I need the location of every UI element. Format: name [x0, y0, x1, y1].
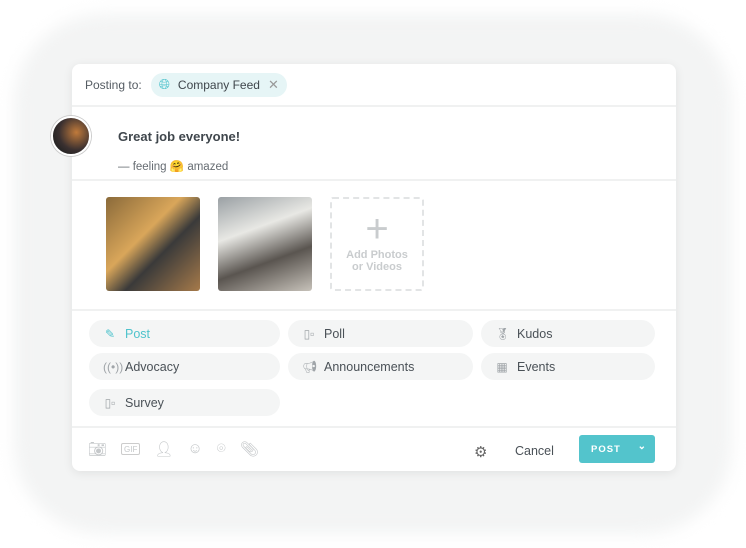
type-survey[interactable]: ▯▫ Survey [89, 389, 280, 416]
type-label: Kudos [517, 326, 553, 341]
cancel-button[interactable]: Cancel [515, 444, 554, 458]
add-label: Add Photos [346, 249, 408, 261]
posting-to-row: Posting to: 🌐︎ Company Feed ✕ [72, 64, 676, 107]
add-photos-button[interactable]: + Add Photos or Videos [330, 197, 424, 291]
type-events[interactable]: ▦ Events [481, 353, 655, 380]
divider [72, 179, 676, 181]
photo-thumbnail[interactable] [106, 197, 200, 291]
type-post[interactable]: ✎ Post [89, 320, 280, 347]
bar-chart-icon: ▯▫ [104, 395, 116, 410]
pencil-icon: ✎ [104, 326, 116, 341]
plus-icon: + [365, 207, 389, 251]
location-icon[interactable]: ⌾ [217, 440, 226, 458]
broadcast-icon: ((•)) [103, 359, 124, 374]
audience-chip[interactable]: 🌐︎ Company Feed ✕ [150, 72, 287, 97]
post-label: POST [591, 443, 621, 455]
award-icon: 🏅︎ [495, 326, 511, 341]
type-poll[interactable]: ▯▫ Poll [288, 320, 473, 347]
attachment-toolbar: 📷︎ GIF 👤︎ ☺ ⌾ 📎︎ [88, 440, 259, 458]
calendar-icon: ▦ [496, 359, 508, 374]
globe-icon: 🌐︎ [158, 76, 170, 92]
feeling-emoji: 🤗 [169, 161, 185, 173]
feeling-prefix: — feeling [118, 161, 167, 173]
megaphone-icon: 📢︎ [302, 359, 318, 374]
gif-icon[interactable]: GIF [121, 443, 141, 455]
camera-icon[interactable]: 📷︎ [88, 440, 107, 458]
post-message[interactable]: Great job everyone! [118, 129, 240, 144]
bar-chart-icon: ▯▫ [303, 326, 315, 341]
feeling-line: — feeling 🤗 amazed [118, 159, 228, 173]
type-announcements[interactable]: 📢︎ Announcements [288, 353, 473, 380]
emoji-icon[interactable]: ☺ [187, 440, 202, 458]
close-icon[interactable]: ✕ [268, 77, 279, 93]
type-label: Survey [125, 395, 164, 410]
add-label: or Videos [352, 261, 402, 273]
divider [72, 309, 676, 311]
audience-label: Company Feed [177, 77, 260, 92]
avatar [51, 116, 91, 156]
paperclip-icon[interactable]: 📎︎ [240, 440, 259, 458]
tag-person-icon[interactable]: 👤︎ [154, 440, 173, 458]
type-label: Announcements [324, 359, 415, 374]
photo-thumbnail[interactable] [218, 197, 312, 291]
type-advocacy[interactable]: ((•)) Advocacy [89, 353, 280, 380]
type-label: Post [125, 326, 151, 341]
divider [72, 426, 676, 428]
type-label: Poll [324, 326, 345, 341]
type-label: Events [517, 359, 556, 374]
gear-icon[interactable]: ⚙ [474, 443, 487, 461]
post-composer: Posting to: 🌐︎ Company Feed ✕ Great job … [51, 64, 676, 471]
type-label: Advocacy [125, 359, 180, 374]
type-kudos[interactable]: 🏅︎ Kudos [481, 320, 655, 347]
feeling-text: amazed [187, 161, 229, 173]
posting-to-label: Posting to: [85, 77, 142, 92]
post-button[interactable]: POST ⌄ [579, 435, 655, 463]
chevron-down-icon[interactable]: ⌄ [638, 441, 647, 452]
